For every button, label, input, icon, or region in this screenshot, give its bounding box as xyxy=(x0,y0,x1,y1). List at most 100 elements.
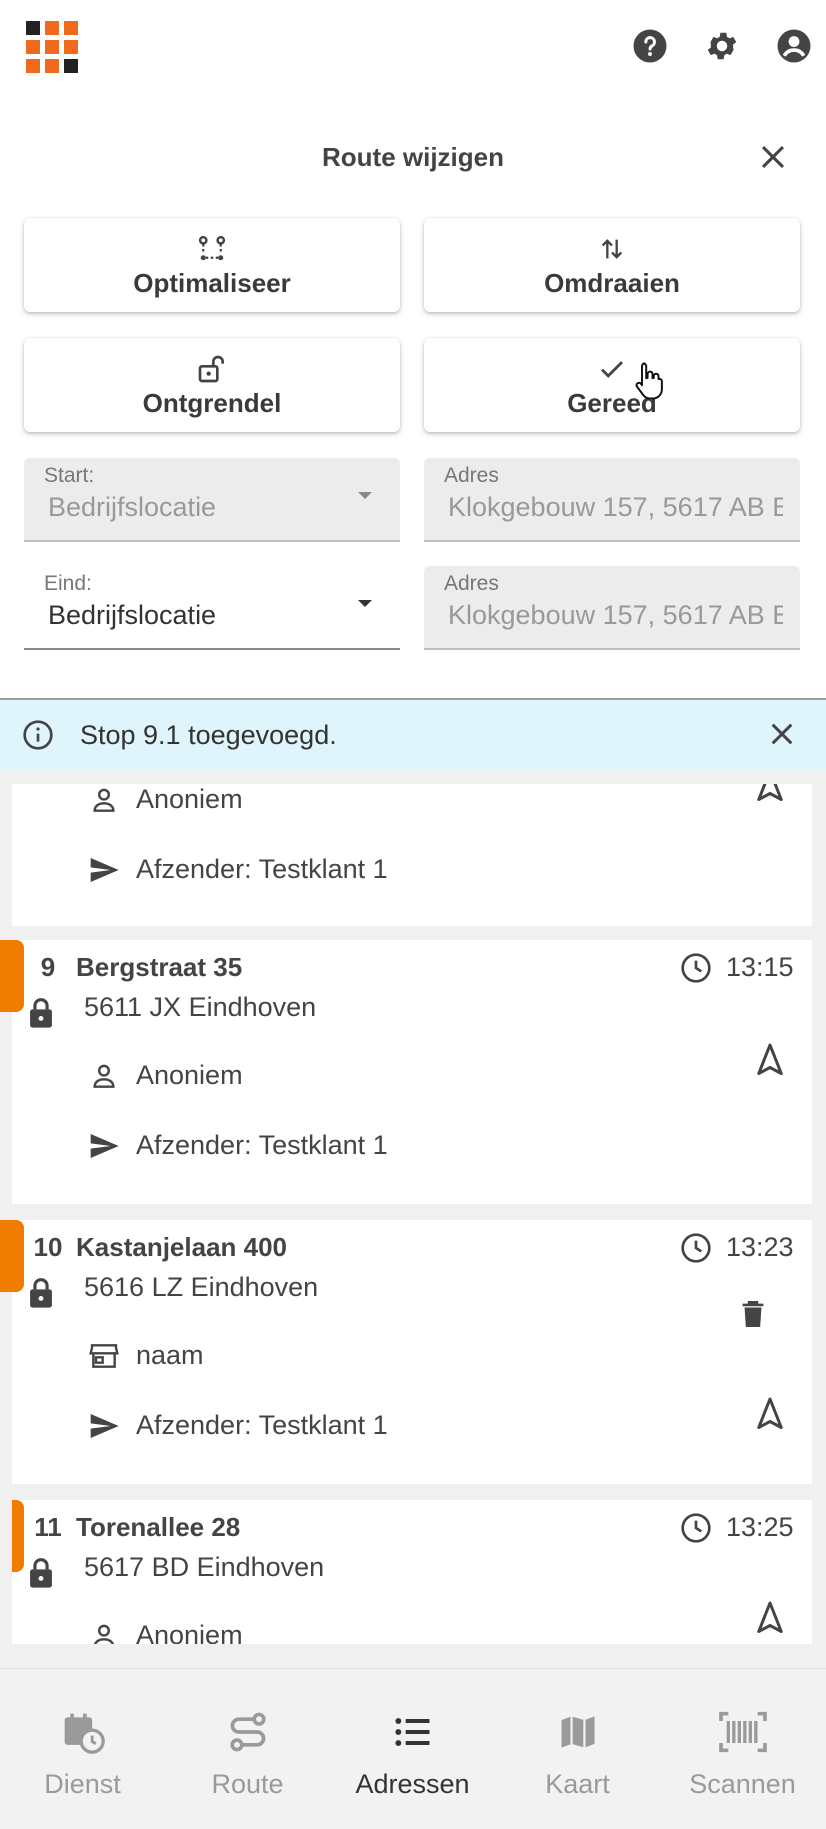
start-address-label: Adres xyxy=(444,464,499,487)
clock-icon xyxy=(681,1233,711,1263)
route-edit-panel: Route wijzigen Optimaliseer Omdraaien On… xyxy=(0,96,826,698)
settings-gear-icon[interactable] xyxy=(704,28,740,64)
lock-icon xyxy=(30,1278,52,1308)
stop-sender: Afzender: Testklant 1 xyxy=(136,854,388,884)
tab-kaart[interactable]: Kaart xyxy=(495,1669,660,1829)
delete-icon[interactable] xyxy=(740,1298,766,1330)
stop-card[interactable]: Anoniem Afzender: Testklant 1 xyxy=(12,784,812,926)
check-icon xyxy=(597,352,627,386)
close-toast-icon[interactable] xyxy=(766,718,798,750)
store-icon xyxy=(89,1344,119,1368)
optimize-label: Optimaliseer xyxy=(133,267,291,298)
tab-label: Adressen xyxy=(355,1769,470,1799)
stop-card[interactable]: 10 Kastanjelaan 400 13:23 5616 LZ Eindho… xyxy=(0,1220,812,1484)
tab-scannen[interactable]: Scannen xyxy=(660,1669,825,1829)
stop-number: 11 xyxy=(34,1512,62,1542)
info-toast: Stop 9.1 toegevoegd. xyxy=(0,700,826,770)
send-icon xyxy=(90,858,119,882)
navigate-icon[interactable] xyxy=(752,1040,788,1080)
stop-accent-bar xyxy=(0,940,24,1012)
lock-open-icon xyxy=(196,352,228,386)
logo-square xyxy=(45,40,59,54)
stop-street: Bergstraat 35 xyxy=(76,952,243,982)
account-icon[interactable] xyxy=(776,28,812,64)
person-icon xyxy=(93,1064,115,1088)
stop-sender: Afzender: Testklant 1 xyxy=(136,1410,388,1440)
reverse-label: Omdraaien xyxy=(544,267,680,298)
dropdown-arrow-icon xyxy=(358,492,372,499)
list-icon xyxy=(391,1709,435,1755)
tab-route[interactable]: Route xyxy=(165,1669,330,1829)
route-optimize-icon xyxy=(197,232,227,266)
person-icon xyxy=(93,1624,115,1644)
tab-label: Scannen xyxy=(689,1769,796,1799)
stop-time: 13:23 xyxy=(726,1232,794,1262)
start-value: Bedrijfslocatie xyxy=(48,492,217,522)
stop-card[interactable]: 9 Bergstraat 35 13:15 5611 JX Eindhoven … xyxy=(0,940,812,1204)
end-address-value: Klokgebouw 157, 5617 AB Eindhoven xyxy=(448,600,783,630)
clock-icon xyxy=(681,953,711,983)
end-select[interactable]: Eind: Bedrijfslocatie xyxy=(24,566,400,650)
stop-number: 10 xyxy=(33,1232,63,1262)
toast-message: Stop 9.1 toegevoegd. xyxy=(80,719,337,750)
map-icon xyxy=(556,1709,600,1755)
stop-street: Torenallee 28 xyxy=(76,1512,241,1542)
clock-icon xyxy=(681,1513,711,1543)
route-icon xyxy=(226,1709,270,1755)
help-icon[interactable] xyxy=(632,28,668,64)
top-actions xyxy=(632,28,812,64)
start-address-value: Klokgebouw 157, 5617 AB Eindhoven xyxy=(448,492,783,522)
logo-square xyxy=(64,59,78,73)
stop-time: 13:25 xyxy=(726,1512,794,1542)
tab-label: Dienst xyxy=(44,1769,121,1799)
bottom-navigation: Dienst Route Adressen Kaart Scannen xyxy=(0,1668,826,1829)
info-icon xyxy=(22,719,54,751)
send-icon xyxy=(90,1414,119,1438)
stop-city: 5616 LZ Eindhoven xyxy=(84,1272,319,1302)
tab-label: Route xyxy=(211,1769,284,1799)
navigate-icon[interactable] xyxy=(752,784,788,806)
end-value: Bedrijfslocatie xyxy=(48,600,217,630)
reverse-button[interactable]: Omdraaien xyxy=(424,218,800,312)
dropdown-arrow-icon[interactable] xyxy=(358,600,372,607)
stop-accent-bar xyxy=(0,1220,24,1292)
stop-city: 5611 JX Eindhoven xyxy=(84,992,317,1022)
stop-contact: Anoniem xyxy=(136,784,243,814)
navigate-icon[interactable] xyxy=(752,1598,788,1638)
logo-square xyxy=(45,21,59,35)
logo-square xyxy=(64,21,78,35)
stop-number: 9 xyxy=(40,952,56,982)
unlock-label: Ontgrendel xyxy=(142,387,282,418)
stop-street: Kastanjelaan 400 xyxy=(76,1232,288,1262)
start-label: Start: xyxy=(44,464,95,487)
stop-time: 13:15 xyxy=(726,952,794,982)
stop-contact: naam xyxy=(136,1340,204,1370)
stop-contact: Anoniem xyxy=(136,1060,243,1090)
swap-vertical-icon xyxy=(598,232,626,266)
logo-square xyxy=(64,40,78,54)
navigate-icon[interactable] xyxy=(752,1394,788,1434)
logo-square xyxy=(26,40,40,54)
stop-contact: Anoniem xyxy=(136,1620,243,1644)
calendar-clock-icon xyxy=(61,1709,105,1755)
panel-title: Route wijzigen xyxy=(322,142,504,172)
tab-dienst[interactable]: Dienst xyxy=(0,1669,165,1829)
done-button[interactable]: Gereed xyxy=(424,338,800,432)
lock-icon xyxy=(30,998,52,1028)
close-panel-icon[interactable] xyxy=(756,140,790,174)
start-address-field: Adres Klokgebouw 157, 5617 AB Eindhoven xyxy=(424,458,800,542)
stop-sender: Afzender: Testklant 1 xyxy=(136,1130,388,1160)
unlock-button[interactable]: Ontgrendel xyxy=(24,338,400,432)
top-app-bar xyxy=(0,0,826,96)
tab-adressen[interactable]: Adressen xyxy=(330,1669,495,1829)
optimize-button[interactable]: Optimaliseer xyxy=(24,218,400,312)
person-icon xyxy=(93,788,115,812)
hand-pointer-cursor-icon xyxy=(635,362,663,400)
app-logo[interactable] xyxy=(26,21,78,73)
send-icon xyxy=(90,1134,119,1158)
lock-icon xyxy=(30,1558,52,1588)
barcode-scan-icon xyxy=(718,1709,768,1755)
end-label: Eind: xyxy=(44,572,92,595)
stop-city: 5617 BD Eindhoven xyxy=(84,1552,325,1582)
stop-card[interactable]: 11 Torenallee 28 13:25 5617 BD Eindhoven… xyxy=(12,1500,812,1644)
